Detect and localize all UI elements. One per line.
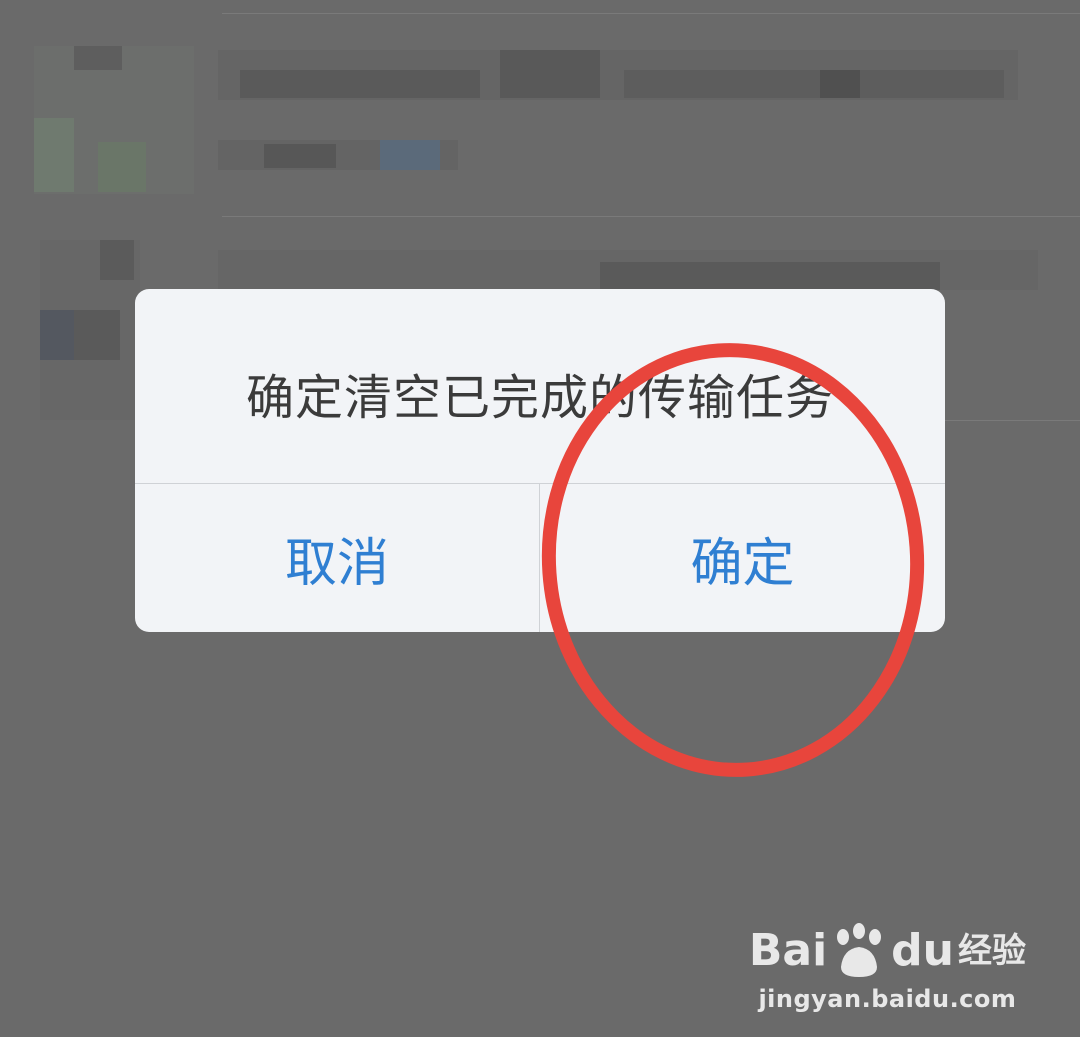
confirm-clear-dialog: 确定清空已完成的传输任务 取消 确定 <box>135 289 945 632</box>
list-divider <box>222 13 1080 14</box>
watermark-brand-suffix: 经验 <box>958 931 1026 971</box>
watermark-brand-right: du <box>891 925 954 976</box>
cancel-button[interactable]: 取消 <box>135 484 539 632</box>
baidu-paw-icon <box>837 923 882 977</box>
watermark-logo: Bai du 经验 <box>749 923 1026 979</box>
dialog-message: 确定清空已完成的传输任务 <box>245 370 834 426</box>
list-divider <box>945 420 1080 421</box>
screen: 确定清空已完成的传输任务 取消 确定 Bai du 经验 jingyan.bai… <box>0 0 1080 1037</box>
confirm-button[interactable]: 确定 <box>540 484 945 632</box>
watermark: Bai du 经验 jingyan.baidu.com <box>749 923 1026 1013</box>
list-divider <box>222 216 1080 217</box>
watermark-brand-left: Bai <box>748 925 828 976</box>
watermark-url: jingyan.baidu.com <box>758 985 1017 1013</box>
